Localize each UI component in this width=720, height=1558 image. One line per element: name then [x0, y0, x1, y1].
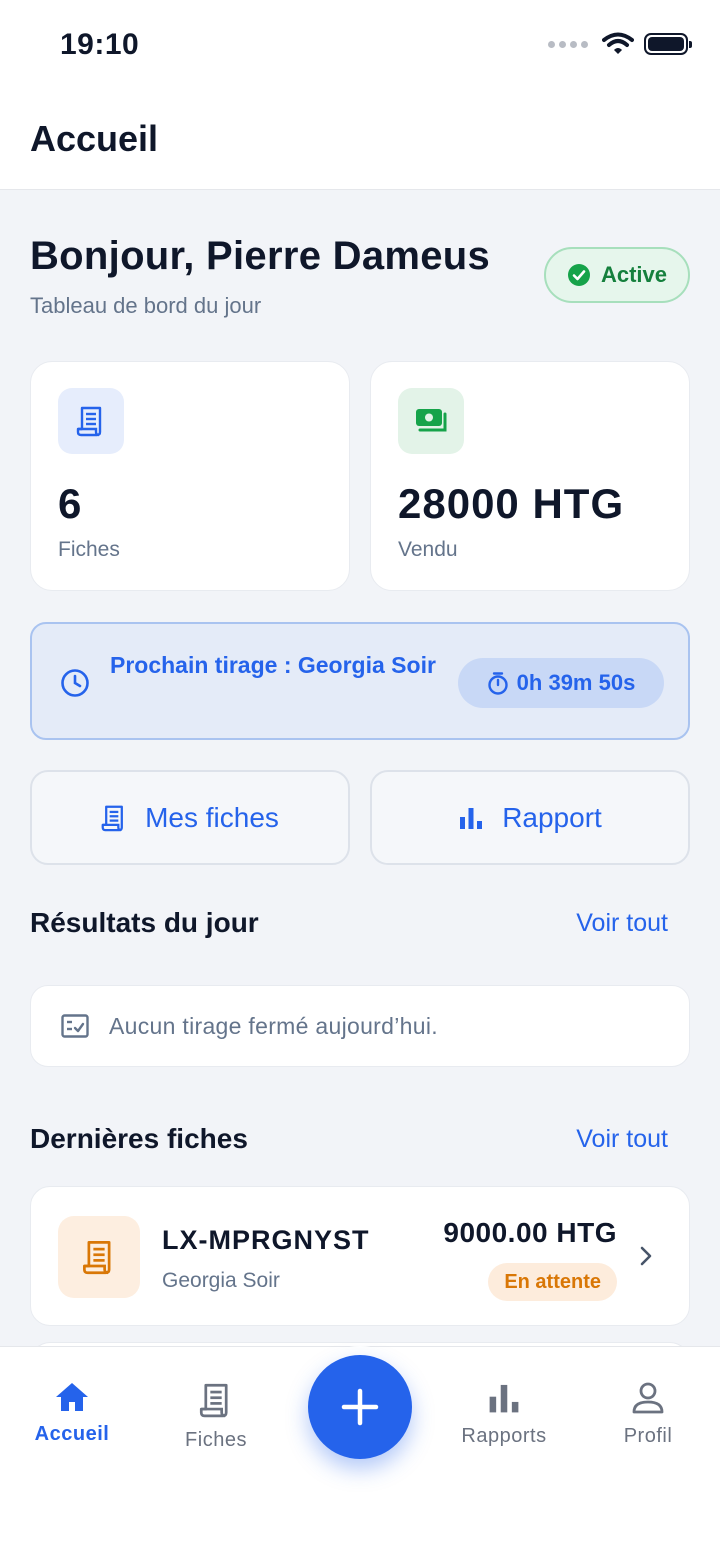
check-circle-icon: [567, 264, 590, 286]
results-empty-text: Aucun tirage fermé aujourd’hui.: [109, 1012, 438, 1039]
my-tickets-label: Mes fiches: [145, 801, 279, 833]
tab-tickets-label: Fiches: [185, 1429, 247, 1451]
latest-see-all-link[interactable]: Voir tout: [576, 1125, 668, 1154]
latest-section-title: Dernières fiches: [30, 1123, 248, 1154]
greeting-subtitle: Tableau de bord du jour: [30, 293, 262, 318]
status-time: 19:10: [60, 28, 140, 61]
ticket-list-item[interactable]: LX-MPRGNYST Georgia Soir 9000.00 HTG En …: [30, 1186, 690, 1326]
bar-chart-icon: [460, 807, 483, 829]
tab-reports-label: Rapports: [461, 1425, 547, 1447]
bar-chart-icon: [489, 1384, 519, 1413]
status-bar: 19:10: [0, 0, 720, 90]
sales-amount: 28000 HTG: [398, 480, 625, 527]
timer-icon: [487, 672, 508, 695]
status-badge-label: Active: [600, 262, 668, 287]
tickets-label: Fiches: [58, 538, 120, 561]
sales-stat-card: 28000 HTG Vendu: [370, 361, 690, 591]
cash-icon: [398, 388, 464, 454]
battery-icon: [644, 33, 692, 55]
tab-home-label: Accueil: [34, 1423, 110, 1445]
results-section-title: Résultats du jour: [30, 907, 259, 938]
tab-home[interactable]: Accueil: [12, 1381, 132, 1446]
clock-icon: [61, 669, 89, 697]
next-draw-banner[interactable]: Prochain tirage : Georgia Soir 0h 39m 50…: [30, 622, 690, 740]
results-empty-card: Aucun tirage fermé aujourd’hui.: [30, 985, 690, 1067]
page-title: Accueil: [30, 118, 159, 159]
user-icon: [632, 1382, 664, 1414]
next-draw-label: Prochain tirage : Georgia Soir: [110, 652, 436, 678]
ticket-draw-name: Georgia Soir: [162, 1269, 280, 1292]
greeting-title: Bonjour, Pierre Dameus: [30, 234, 491, 278]
new-ticket-button[interactable]: [308, 1355, 412, 1459]
tickets-count: 6: [58, 480, 83, 527]
report-label: Rapport: [502, 801, 602, 833]
greeting: Bonjour, Pierre Dameus Tableau de bord d…: [30, 234, 490, 319]
tab-profile-label: Profil: [623, 1425, 673, 1447]
tab-profile[interactable]: Profil: [588, 1381, 708, 1448]
tab-tickets[interactable]: Fiches: [156, 1381, 276, 1452]
signal-icon: [548, 40, 588, 48]
my-tickets-button[interactable]: Mes fiches: [30, 770, 350, 865]
chevron-right-icon: [640, 1246, 652, 1266]
tickets-stat-card: 6 Fiches: [30, 361, 350, 591]
receipt-icon: [58, 1216, 140, 1298]
plus-icon: [341, 1388, 379, 1426]
status-badge: Active: [544, 247, 690, 303]
tab-reports[interactable]: Rapports: [444, 1381, 564, 1448]
results-see-all-link[interactable]: Voir tout: [576, 909, 668, 938]
app-header: Accueil: [0, 90, 720, 190]
countdown-value: 0h 39m 50s: [516, 670, 636, 695]
receipt-icon: [199, 1383, 228, 1418]
home-icon: [56, 1383, 88, 1411]
receipt-icon: [58, 388, 124, 454]
report-button[interactable]: Rapport: [370, 770, 690, 865]
wifi-icon: [602, 32, 634, 54]
countdown-badge: 0h 39m 50s: [458, 658, 664, 708]
ticket-status-badge: En attente: [488, 1263, 617, 1301]
ticket-id: LX-MPRGNYST: [162, 1225, 370, 1255]
checklist-icon: [61, 1014, 89, 1038]
receipt-icon: [101, 805, 124, 831]
sales-label: Vendu: [398, 538, 458, 561]
ticket-amount: 9000.00 HTG: [443, 1217, 617, 1248]
status-icons: [548, 32, 692, 56]
